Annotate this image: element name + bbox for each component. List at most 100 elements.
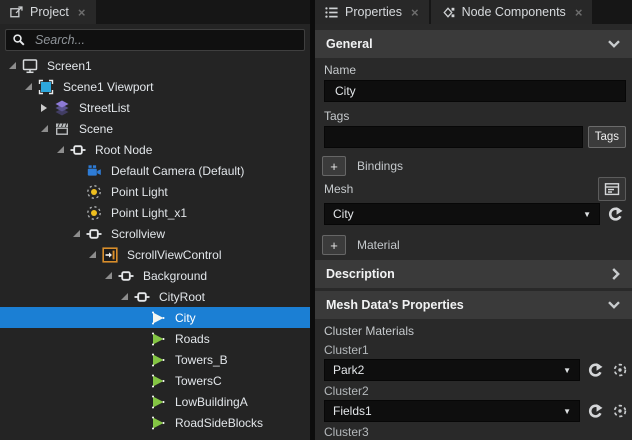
close-icon[interactable]: × — [77, 6, 87, 19]
tree-item-lowbuildinga[interactable]: LowBuildingA — [0, 391, 310, 412]
revert-icon — [587, 403, 604, 420]
expander-icon[interactable] — [117, 290, 131, 304]
screen-icon — [21, 58, 39, 74]
section-general-title: General — [326, 37, 373, 51]
expander-icon[interactable] — [85, 248, 99, 262]
tree-item-point-light[interactable]: Point Light — [0, 181, 310, 202]
tree-item-screen1[interactable]: Screen1 — [0, 55, 310, 76]
section-mesh-data[interactable]: Mesh Data's Properties — [315, 291, 632, 319]
revert-icon — [587, 362, 604, 379]
close-icon[interactable]: × — [574, 6, 584, 19]
browse-icon — [604, 181, 620, 197]
tree-item-root-node[interactable]: Root Node — [0, 139, 310, 160]
chevron-right-icon — [611, 267, 621, 281]
node-icon — [69, 142, 87, 158]
expander-spacer — [133, 374, 147, 388]
mesh-dropdown[interactable]: City ▼ — [324, 203, 600, 225]
tree-item-default-camera[interactable]: Default Camera (Default) — [0, 160, 310, 181]
tree-item-scene[interactable]: Scene — [0, 118, 310, 139]
project-tabstrip: Project × — [0, 0, 310, 24]
layers-icon — [53, 100, 71, 116]
tree-item-towers-b[interactable]: Towers_B — [0, 349, 310, 370]
properties-tabstrip: Properties × Node Components × — [315, 0, 632, 24]
expander-spacer — [133, 416, 147, 430]
tree-item-cityroot[interactable]: CityRoot — [0, 286, 310, 307]
tags-button[interactable]: Tags — [588, 126, 626, 148]
expander-spacer — [69, 185, 83, 199]
chevron-down-icon: ▼ — [563, 407, 571, 416]
tags-input[interactable] — [333, 129, 574, 145]
tree-item-point-light-x1[interactable]: Point Light_x1 — [0, 202, 310, 223]
list-icon — [324, 5, 339, 20]
tree-item-roadsideblocks[interactable]: RoadSideBlocks — [0, 412, 310, 433]
tree-item-scrollviewcontrol[interactable]: ScrollViewControl — [0, 244, 310, 265]
expander-icon[interactable] — [37, 122, 51, 136]
cluster1-revert-button[interactable] — [584, 359, 606, 381]
expander-icon[interactable] — [37, 101, 51, 115]
chevron-down-icon — [607, 39, 621, 49]
search-input[interactable] — [33, 32, 298, 48]
section-general[interactable]: General — [315, 30, 632, 58]
cluster2-label: Cluster2 — [324, 384, 624, 398]
add-binding-button[interactable]: + — [322, 156, 346, 176]
cluster1-locate-button[interactable] — [610, 359, 629, 381]
cluster1-dropdown[interactable]: Park2 ▼ — [324, 359, 580, 381]
scroll-control-icon — [101, 247, 119, 263]
target-icon — [612, 403, 628, 419]
search-box[interactable] — [5, 29, 305, 51]
cluster1-label: Cluster1 — [324, 343, 624, 357]
expander-icon[interactable] — [5, 59, 19, 73]
expander-spacer — [133, 332, 147, 346]
point-light-icon — [85, 184, 103, 200]
point-light-icon — [85, 205, 103, 221]
cluster2-dropdown[interactable]: Fields1 ▼ — [324, 400, 580, 422]
node-components-icon — [440, 5, 456, 20]
mesh-label: Mesh — [324, 182, 353, 196]
add-material-button[interactable]: + — [322, 235, 346, 255]
viewport-icon — [37, 79, 55, 95]
tab-project-label: Project — [30, 5, 69, 19]
revert-icon — [607, 206, 624, 223]
search-icon — [12, 33, 26, 47]
tree-item-towersc[interactable]: TowersC — [0, 370, 310, 391]
expander-spacer — [133, 353, 147, 367]
section-description[interactable]: Description — [315, 260, 632, 288]
camera-icon — [85, 163, 103, 179]
node-icon — [117, 268, 135, 284]
scene-tree: Screen1 Scene1 Viewport StreetList Scene… — [0, 55, 310, 433]
tags-field[interactable] — [324, 126, 583, 148]
expander-spacer — [133, 395, 147, 409]
tree-item-streetlist[interactable]: StreetList — [0, 97, 310, 118]
cluster2-revert-button[interactable] — [584, 400, 606, 422]
cluster2-locate-button[interactable] — [610, 400, 629, 422]
mesh-browse-button[interactable] — [598, 177, 626, 201]
expander-icon[interactable] — [69, 227, 83, 241]
cluster-materials-label: Cluster Materials — [324, 324, 624, 338]
properties-panel: Properties × Node Components × General N… — [315, 0, 632, 440]
mesh-icon — [149, 310, 167, 326]
tree-item-city[interactable]: City — [0, 307, 310, 328]
expander-spacer — [133, 311, 147, 325]
close-icon[interactable]: × — [410, 6, 420, 19]
name-input[interactable] — [333, 83, 617, 99]
tree-item-background[interactable]: Background — [0, 265, 310, 286]
tree-item-scene1-viewport[interactable]: Scene1 Viewport — [0, 76, 310, 97]
name-label: Name — [324, 63, 624, 77]
tab-project[interactable]: Project × — [0, 0, 96, 24]
tab-properties-label: Properties — [345, 5, 402, 19]
material-label: Material — [357, 238, 400, 252]
tab-properties[interactable]: Properties × — [315, 0, 429, 24]
tree-item-scrollview[interactable]: Scrollview — [0, 223, 310, 244]
name-field[interactable] — [324, 80, 626, 102]
mesh-icon — [149, 373, 167, 389]
expander-icon[interactable] — [21, 80, 35, 94]
tree-item-roads[interactable]: Roads — [0, 328, 310, 349]
tab-node-components[interactable]: Node Components × — [431, 0, 593, 24]
expander-icon[interactable] — [101, 269, 115, 283]
expander-icon[interactable] — [53, 143, 67, 157]
node-icon — [85, 226, 103, 242]
mesh-icon — [149, 331, 167, 347]
chevron-down-icon — [607, 300, 621, 310]
mesh-revert-button[interactable] — [604, 203, 626, 225]
mesh-icon — [149, 352, 167, 368]
